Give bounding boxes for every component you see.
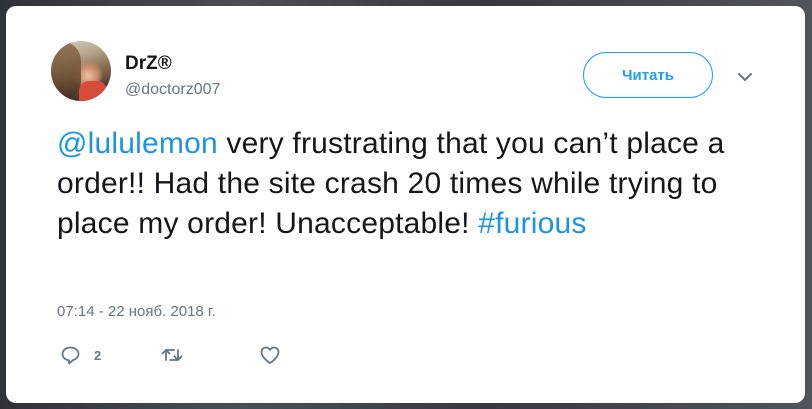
follow-button[interactable]: Читать	[583, 52, 713, 98]
retweet-button[interactable]	[160, 343, 184, 367]
author-display-name[interactable]: DrZ®	[125, 53, 172, 75]
retweet-icon	[160, 345, 184, 365]
avatar[interactable]	[51, 41, 111, 101]
chevron-down-icon[interactable]	[736, 70, 754, 84]
heart-icon	[259, 345, 281, 365]
tweet-text: @lululemon very frustrating that you can…	[57, 124, 787, 244]
reply-button[interactable]: 2	[60, 343, 101, 367]
mention-link[interactable]: @lululemon	[57, 127, 218, 160]
avatar-shirt-shape	[79, 81, 107, 101]
speech-bubble-icon	[60, 345, 81, 365]
reply-count: 2	[94, 347, 102, 363]
like-button[interactable]	[259, 343, 281, 367]
author-username[interactable]: @doctorz007	[125, 81, 220, 99]
tweet-timestamp[interactable]: 07:14 - 22 нояб. 2018 г.	[57, 303, 216, 320]
avatar-hair-shape	[51, 41, 81, 101]
hashtag-link[interactable]: #furious	[478, 207, 586, 240]
